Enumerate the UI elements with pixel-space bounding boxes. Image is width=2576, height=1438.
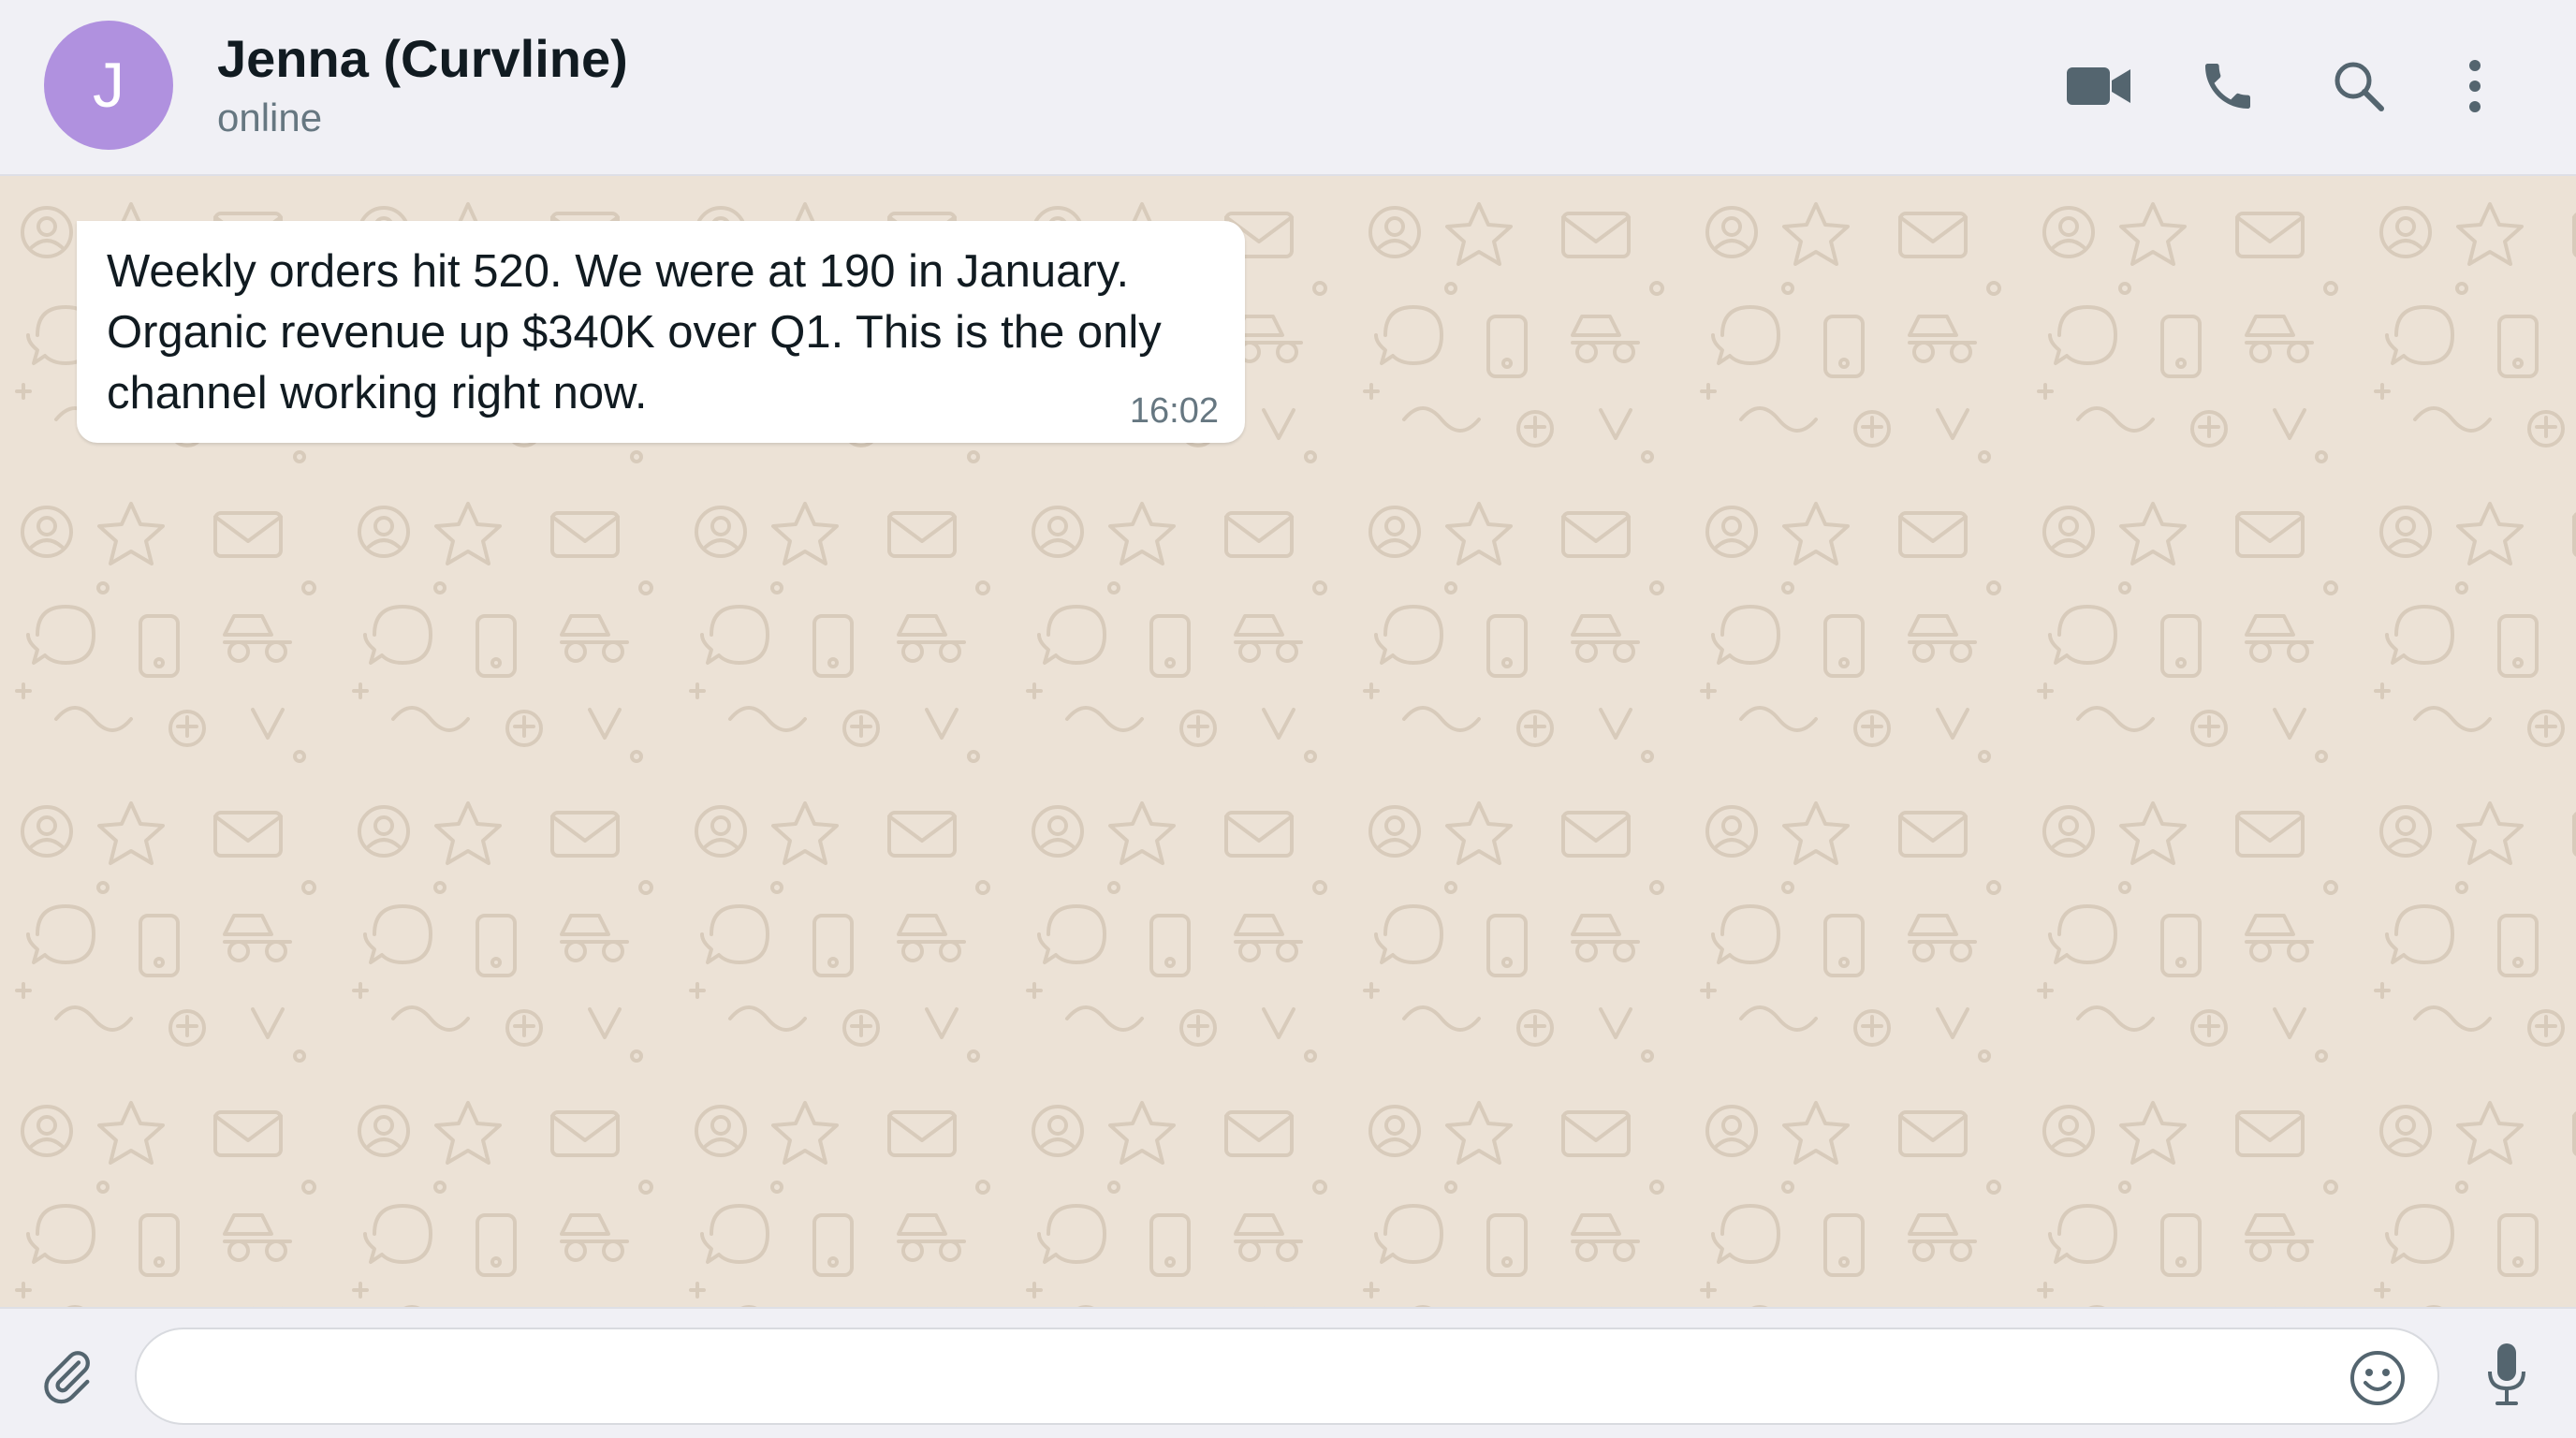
avatar[interactable]: J <box>44 21 173 150</box>
video-call-icon[interactable] <box>2059 47 2138 125</box>
microphone-icon[interactable] <box>2467 1335 2546 1414</box>
message-input[interactable] <box>174 1329 2312 1425</box>
attach-icon[interactable] <box>28 1337 107 1416</box>
chat-header: J Jenna (Curvline) online <box>0 0 2576 176</box>
incoming-message-bubble[interactable]: Weekly orders hit 520. We were at 190 in… <box>77 221 1245 443</box>
composer-bar <box>0 1307 2576 1438</box>
message-text: Weekly orders hit 520. We were at 190 in… <box>107 246 1162 418</box>
voice-call-icon[interactable] <box>2188 47 2267 125</box>
contact-name[interactable]: Jenna (Curvline) <box>217 28 628 89</box>
message-timestamp: 16:02 <box>1129 391 1219 431</box>
message-input-container[interactable] <box>135 1328 2439 1425</box>
message-area[interactable]: Weekly orders hit 520. We were at 190 in… <box>0 176 2576 1307</box>
more-options-icon[interactable] <box>2436 47 2514 125</box>
search-icon[interactable] <box>2320 47 2398 125</box>
emoji-icon[interactable] <box>2338 1339 2417 1417</box>
chat-window: J Jenna (Curvline) online Weekly orders … <box>0 0 2576 1438</box>
contact-status: online <box>217 95 323 139</box>
